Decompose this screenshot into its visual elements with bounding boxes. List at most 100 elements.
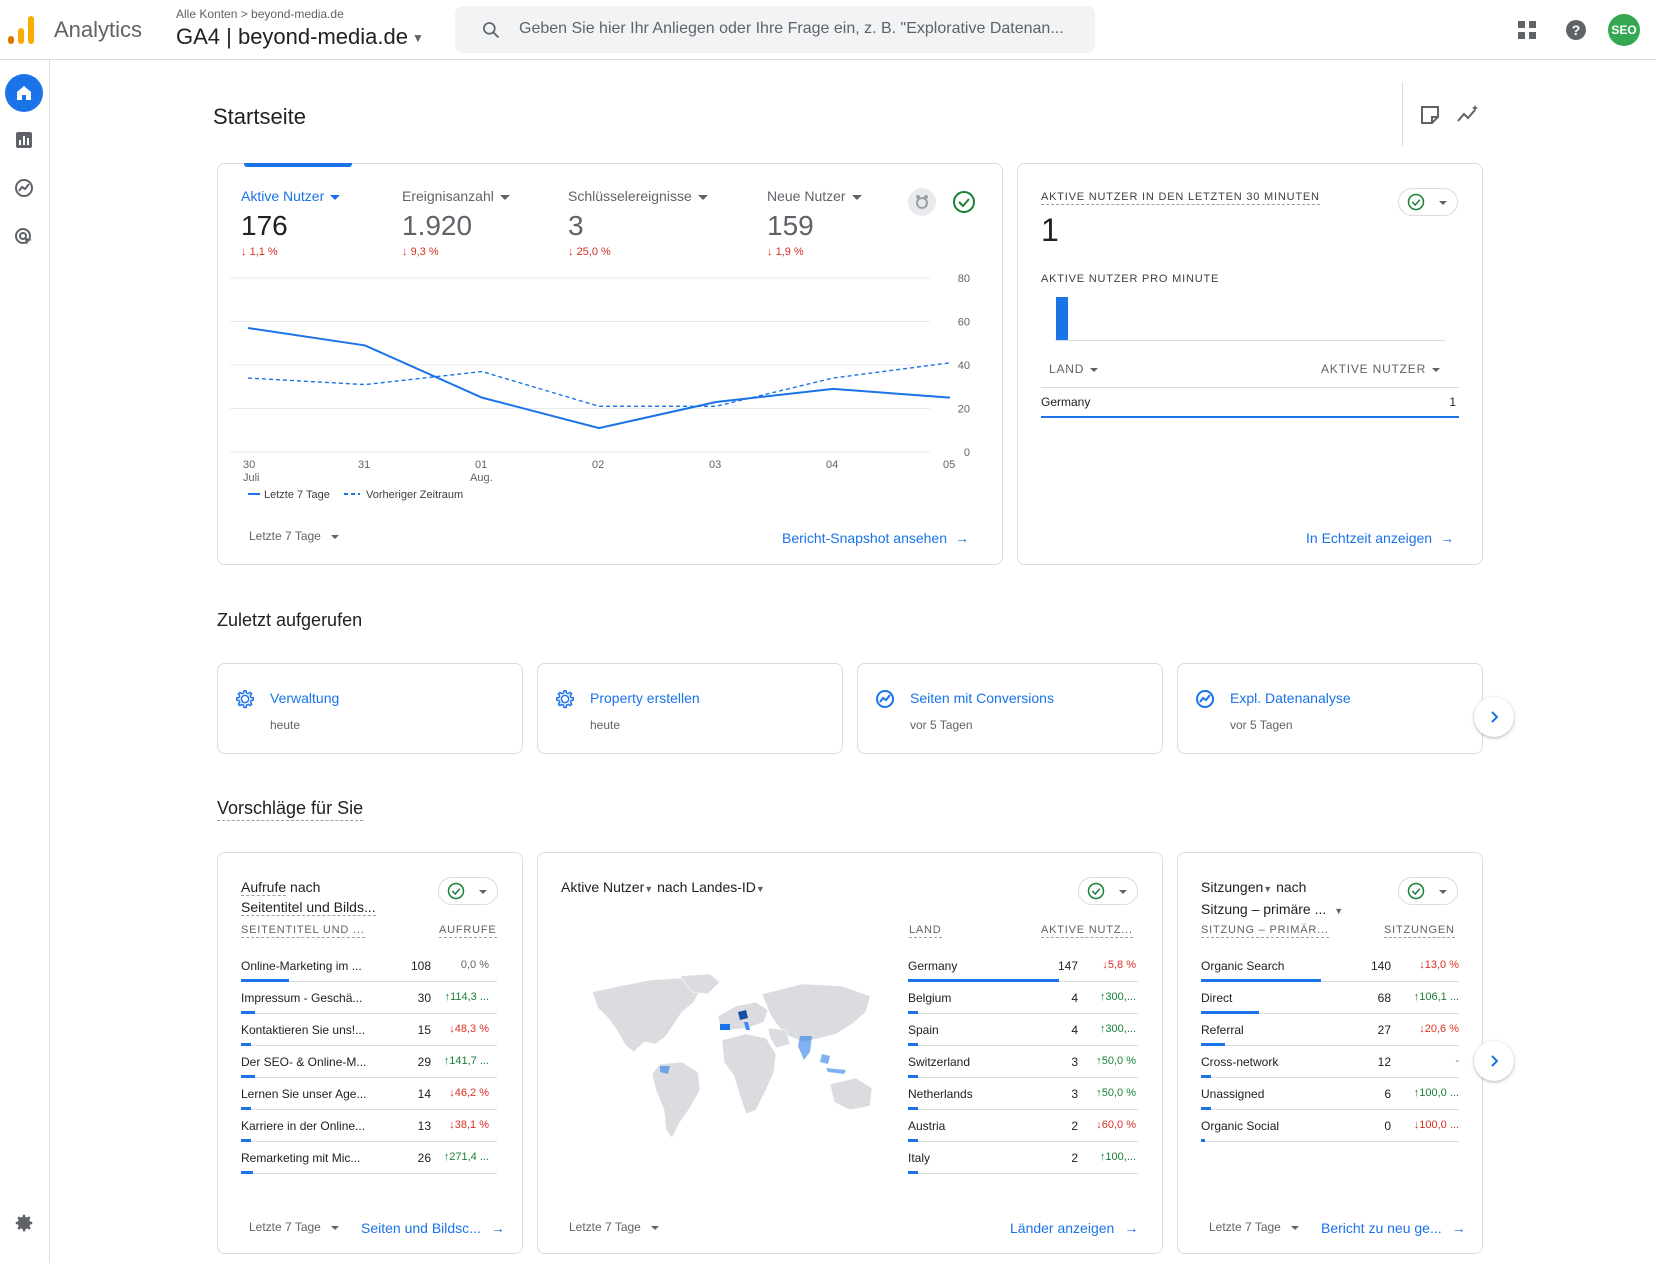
countries-quality-button[interactable] [1078, 877, 1138, 905]
table-row[interactable]: Der SEO- & Online-M... 29 ↑141,7 ... [241, 1046, 497, 1078]
x-tick-sublabel: Aug. [470, 472, 493, 484]
row-name: Austria [908, 1119, 946, 1133]
realtime-quality-button[interactable] [1398, 188, 1458, 216]
table-row[interactable]: Kontaktieren Sie uns!... 15 ↓48,3 % [241, 1014, 497, 1046]
table-row[interactable]: Netherlands 3 ↑50,0 % [908, 1078, 1138, 1110]
recent-item-title: Expl. Datenanalyse [1230, 690, 1351, 706]
avatar[interactable]: SEO [1608, 14, 1640, 46]
caret-down-icon[interactable]: ▼ [644, 884, 653, 894]
reports-icon [16, 132, 32, 148]
metric-key-events[interactable]: Schlüsselereignisse 3 ↓ 25,0 % [568, 188, 708, 258]
recent-item-title: Seiten mit Conversions [910, 690, 1054, 706]
table-row[interactable]: Direct 68 ↑106,1 ... [1201, 982, 1459, 1014]
sessions-date-range-dropdown[interactable]: Letzte 7 Tage [1209, 1220, 1299, 1234]
world-map[interactable] [590, 972, 880, 1144]
title-metric: Aufrufe [241, 879, 287, 896]
pages-link[interactable]: Seiten und Bildsc... → [361, 1220, 505, 1238]
caret-down-icon[interactable]: ▼ [756, 884, 765, 894]
recent-item-seiten-mit-conversions[interactable]: Seiten mit Conversions vor 5 Tagen [857, 663, 1163, 754]
data-quality-check-icon[interactable] [952, 190, 976, 214]
map-south-america [651, 1061, 701, 1139]
table-row[interactable]: Organic Search 140 ↓13,0 % [1201, 950, 1459, 982]
suggestions-next-button[interactable] [1474, 1041, 1514, 1081]
metric-new-users[interactable]: Neue Nutzer 159 ↓ 1,9 % [767, 188, 862, 258]
table-row[interactable]: Referral 27 ↓20,6 % [1201, 1014, 1459, 1046]
x-tick-label: 03 [709, 459, 721, 471]
nav-home[interactable] [5, 74, 43, 112]
gear-icon [556, 690, 574, 709]
countries-link-label: Länder anzeigen [1010, 1220, 1115, 1236]
insights-icon[interactable] [1456, 103, 1480, 127]
table-row[interactable]: Lernen Sie unser Age... 14 ↓46,2 % [241, 1078, 497, 1110]
row-value: 2 [1071, 1119, 1078, 1133]
x-tick-sublabel: Juli [243, 472, 260, 484]
caret-down-icon[interactable]: ▼ [1263, 884, 1272, 894]
nav-explore[interactable] [5, 169, 43, 207]
pages-quality-button[interactable] [438, 877, 498, 905]
table-row[interactable]: Germany 147 ↓5,8 % [908, 950, 1138, 982]
table-row[interactable]: Italy 2 ↑100,... [908, 1142, 1138, 1174]
row-change: ↑50,0 % [1096, 1087, 1136, 1099]
x-tick-label: 04 [826, 459, 838, 471]
breadcrumb[interactable]: Alle Konten > beyond-media.de [176, 7, 344, 21]
realtime-link-label: In Echtzeit anzeigen [1306, 530, 1433, 546]
table-row[interactable]: Cross-network 12 - [1201, 1046, 1459, 1078]
recent-item-expl-datenanalyse[interactable]: Expl. Datenanalyse vor 5 Tagen [1177, 663, 1483, 754]
per-minute-bar[interactable] [1056, 297, 1068, 340]
search-icon [483, 22, 500, 39]
table-row[interactable]: Impressum - Geschä... 30 ↑114,3 ... [241, 982, 497, 1014]
recent-section-title: Zuletzt aufgerufen [217, 610, 363, 630]
suggestion-pages-title[interactable]: Aufrufe nach Seitentitel und Bilds... [241, 877, 376, 917]
nav-settings[interactable] [5, 1204, 43, 1242]
table-row[interactable]: Belgium 4 ↑300,... [908, 982, 1138, 1014]
metric-delta: 9,3 % [410, 246, 439, 258]
nav-advertising[interactable] [5, 218, 43, 256]
overview-date-range-dropdown[interactable]: Letzte 7 Tage [249, 529, 339, 543]
row-value: 68 [1377, 991, 1391, 1005]
search-bar[interactable]: Geben Sie hier Ihr Anliegen oder Ihre Fr… [455, 6, 1095, 53]
pages-date-range-dropdown[interactable]: Letzte 7 Tage [249, 1220, 339, 1234]
realtime-row-bar [1041, 416, 1459, 418]
users-column-dropdown[interactable]: AKTIVE NUTZER [1321, 362, 1441, 376]
row-name: Cross-network [1201, 1055, 1279, 1069]
metric-active-users[interactable]: Aktive Nutzer 176 ↓ 1,1 % [241, 188, 341, 258]
insights-badge-icon[interactable] [908, 188, 936, 216]
table-row[interactable]: Unassigned 6 ↑100,0 ... [1201, 1078, 1459, 1110]
recent-item-property-erstellen[interactable]: Property erstellen heute [537, 663, 843, 754]
nav-reports[interactable] [5, 121, 43, 159]
row-value: 30 [417, 991, 431, 1005]
table-row[interactable]: Spain 4 ↑300,... [908, 1014, 1138, 1046]
apps-grid-icon[interactable] [1517, 20, 1537, 40]
property-selector[interactable]: GA4 | beyond-media.de ▼ [176, 24, 424, 50]
table-row[interactable]: Karriere in der Online... 13 ↓38,1 % [241, 1110, 497, 1142]
arrow-right-icon: → [490, 1220, 505, 1236]
recent-next-button[interactable] [1474, 697, 1514, 737]
metric-label: Neue Nutzer [767, 188, 846, 204]
row-change: ↓38,1 % [449, 1119, 489, 1131]
help-icon[interactable]: ? [1564, 18, 1588, 42]
table-row[interactable]: Austria 2 ↓60,0 % [908, 1110, 1138, 1142]
table-row[interactable]: Remarketing mit Mic... 26 ↑271,4 ... [241, 1142, 497, 1174]
table-row[interactable]: Switzerland 3 ↑50,0 % [908, 1046, 1138, 1078]
table-row[interactable]: Organic Social 0 ↓100,0 ... [1201, 1110, 1459, 1142]
metric-event-count[interactable]: Ereignisanzahl 1.920 ↓ 9,3 % [402, 188, 510, 258]
report-snapshot-link[interactable]: Bericht-Snapshot ansehen → [782, 530, 969, 548]
countries-link[interactable]: Länder anzeigen → [1010, 1220, 1138, 1238]
metric-delta: 1,9 % [775, 246, 804, 258]
caret-down-icon[interactable]: ▼ [1334, 906, 1343, 916]
row-value: 3 [1071, 1087, 1078, 1101]
countries-date-range-dropdown[interactable]: Letzte 7 Tage [569, 1220, 659, 1234]
sessions-link[interactable]: Bericht zu neu ge... → [1321, 1220, 1466, 1238]
realtime-link[interactable]: In Echtzeit anzeigen → [1306, 530, 1454, 548]
recent-item-verwaltung[interactable]: Verwaltung heute [217, 663, 523, 754]
overview-line-chart[interactable]: 80 60 40 20 0 30Juli 31 01Aug. 02 03 04 05 Letzte 7 … [230, 262, 990, 512]
annotation-icon[interactable] [1418, 103, 1442, 127]
country-column-dropdown[interactable]: LAND [1049, 362, 1099, 376]
suggestion-sessions-title[interactable]: Sitzungen▼ nach Sitzung – primäre ... ▼ [1201, 877, 1343, 921]
legend-label-current: Letzte 7 Tage [264, 489, 330, 501]
suggestion-countries-title[interactable]: Aktive Nutzer▼ nach Landes-ID▼ [561, 877, 765, 899]
sessions-quality-button[interactable] [1398, 877, 1458, 905]
row-share-bar [908, 1171, 918, 1174]
table-row[interactable]: Online-Marketing im ... 108 0,0 % [241, 950, 497, 982]
analytics-logo-icon[interactable] [8, 14, 38, 44]
